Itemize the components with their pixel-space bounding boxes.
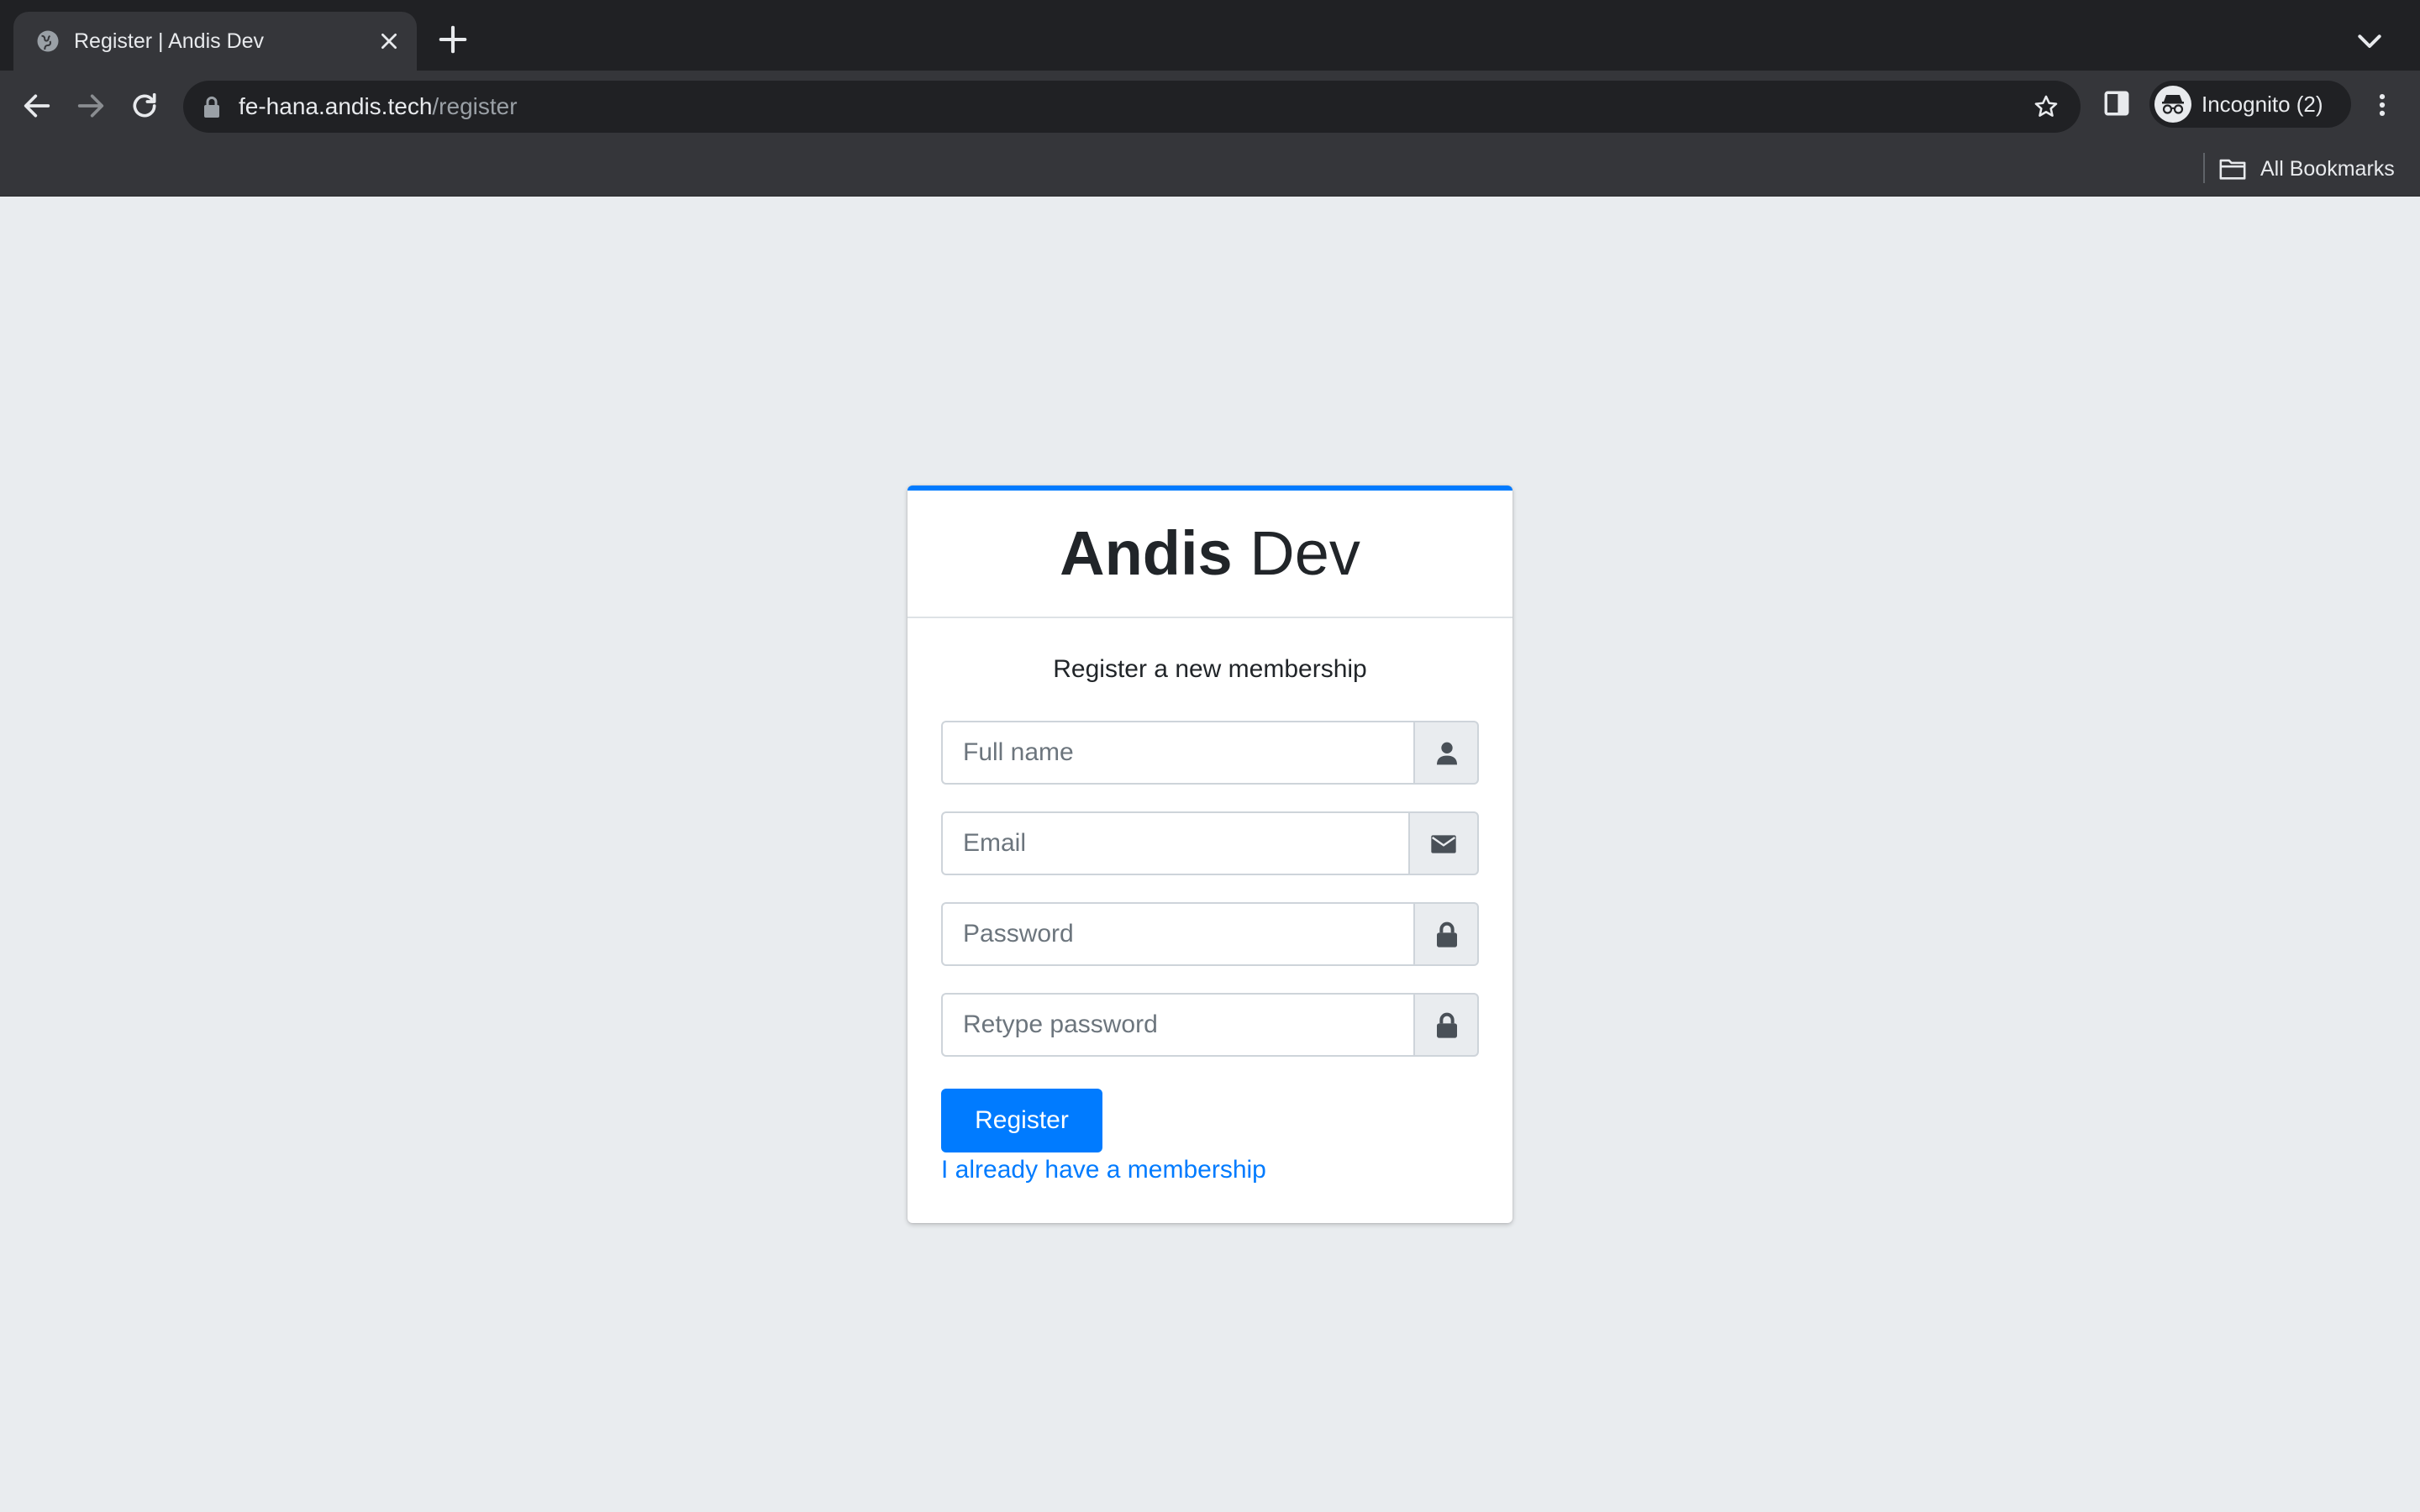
bookmarks-bar: All Bookmarks xyxy=(0,141,2420,197)
password-input[interactable] xyxy=(941,902,1413,966)
browser-tab-register[interactable]: Register | Andis Dev xyxy=(13,12,417,71)
lock-icon xyxy=(1437,1012,1457,1038)
tab-title: Register | Andis Dev xyxy=(74,29,265,53)
profile-incognito-button[interactable]: Incognito (2) xyxy=(2149,81,2351,128)
password-addon xyxy=(1413,902,1479,966)
browser-toolbar: fe-hana.andis.tech/register xyxy=(0,71,2420,141)
close-tab-icon[interactable] xyxy=(378,30,400,52)
all-bookmarks-link[interactable]: All Bookmarks xyxy=(2260,141,2395,197)
user-icon xyxy=(1437,742,1457,765)
email-input[interactable] xyxy=(941,811,1408,875)
fullname-addon xyxy=(1413,721,1479,785)
globe-icon xyxy=(37,30,59,52)
fullname-input-group xyxy=(941,721,1479,785)
envelope-icon xyxy=(1431,835,1456,853)
brand-logo-text[interactable]: Andis Dev xyxy=(908,491,1512,617)
url-path: /register xyxy=(432,93,518,119)
email-input-group xyxy=(941,811,1479,875)
already-member-link[interactable]: I already have a membership xyxy=(941,1156,1266,1184)
bookmarks-separator xyxy=(2203,153,2205,183)
register-card: Andis Dev Register a new membership Full… xyxy=(908,486,1512,1223)
chevron-down-icon[interactable] xyxy=(2353,30,2386,54)
reload-icon[interactable] xyxy=(128,89,161,123)
url-text: fe-hana.andis.tech/register xyxy=(239,81,518,133)
retype-password-addon xyxy=(1413,993,1479,1057)
folder-icon[interactable] xyxy=(2218,156,2247,181)
password-input-group xyxy=(941,902,1479,966)
email-addon xyxy=(1408,811,1479,875)
retype-password-input[interactable] xyxy=(941,993,1413,1057)
register-message: Register a new membership xyxy=(1053,655,1367,683)
back-arrow-icon[interactable] xyxy=(20,89,54,123)
register-button[interactable]: Register xyxy=(941,1089,1102,1152)
bookmark-star-icon[interactable] xyxy=(2032,92,2060,121)
lock-icon[interactable] xyxy=(202,95,222,118)
forward-arrow-icon[interactable] xyxy=(74,89,108,123)
fullname-input[interactable] xyxy=(941,721,1413,785)
address-bar[interactable]: fe-hana.andis.tech/register xyxy=(183,81,2081,133)
retype-password-input-group xyxy=(941,993,1479,1057)
new-tab-icon[interactable] xyxy=(437,24,469,55)
brand-bold: Andis xyxy=(1060,518,1233,588)
incognito-icon xyxy=(2154,86,2191,123)
browser-tabstrip: Register | Andis Dev xyxy=(0,0,2420,71)
profile-label: Incognito (2) xyxy=(2202,92,2323,117)
lock-icon xyxy=(1437,921,1457,948)
more-menu-icon[interactable] xyxy=(2370,91,2395,119)
side-panel-icon[interactable] xyxy=(2102,89,2131,118)
brand-light: Dev xyxy=(1232,518,1360,588)
url-host: fe-hana.andis.tech xyxy=(239,93,433,119)
card-header: Andis Dev xyxy=(908,491,1512,618)
